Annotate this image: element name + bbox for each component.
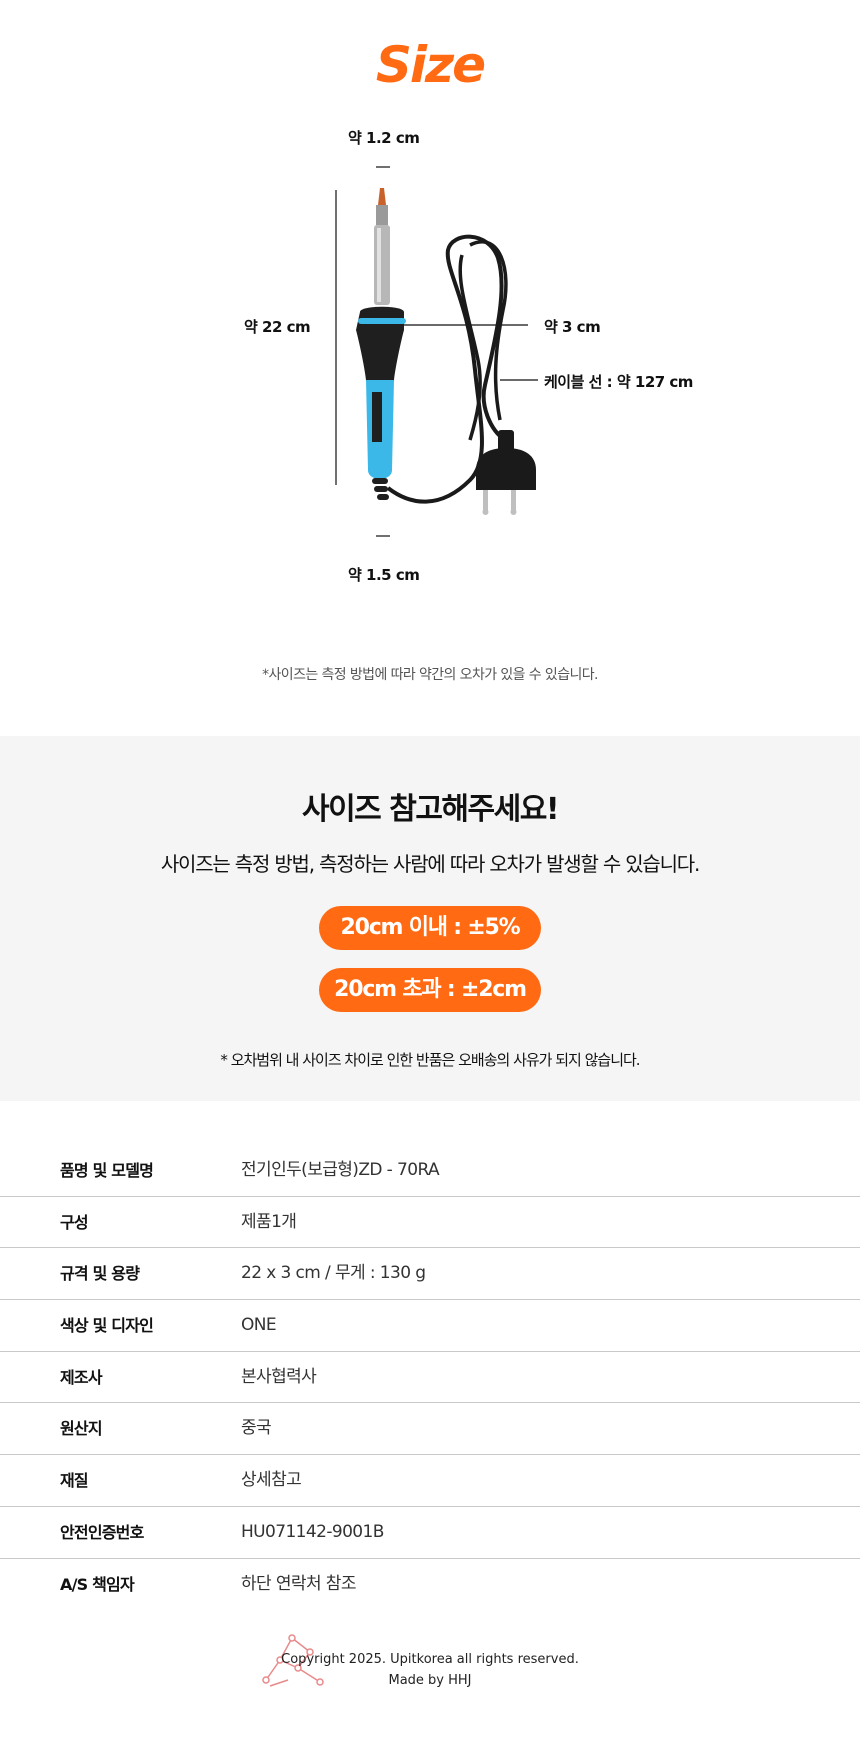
spec-row: 품명 및 모델명 전기인두(보급형)ZD - 70RA — [0, 1145, 860, 1197]
footer-copyright: Copyright 2025. Upitkorea all rights res… — [281, 1652, 579, 1667]
spec-value: 본사협력사 — [241, 1366, 317, 1387]
reference-description: 사이즈는 측정 방법, 측정하는 사람에 따라 오차가 발생할 수 있습니다. — [160, 852, 701, 876]
cable-length-label: 케이블 선 : 약 127 cm — [544, 373, 693, 391]
spec-label: 재질 — [60, 1471, 89, 1491]
spec-label: 제조사 — [60, 1367, 103, 1387]
spec-label: 구성 — [60, 1212, 89, 1232]
grip-width-label: 약 3 cm — [544, 318, 601, 336]
spec-row: 원산지 중국 — [0, 1403, 860, 1456]
spec-label: 품명 및 모델명 — [60, 1161, 154, 1180]
spec-value: 중국 — [241, 1418, 272, 1439]
spec-value: 전기인두(보급형)ZD - 70RA — [241, 1160, 440, 1180]
spec-row: 색상 및 디자인 ONE — [0, 1300, 860, 1352]
length-label: 약 22 cm — [244, 318, 311, 336]
spec-value: HU071142-9001B — [241, 1521, 384, 1542]
reference-note: * 오차범위 내 사이즈 차이로 인한 반품은 오배송의 사유가 되지 않습니다… — [220, 1051, 640, 1069]
spec-row: A/S 책임자 하단 연락처 참조 — [0, 1559, 860, 1611]
spec-value: 상세참고 — [241, 1470, 302, 1491]
spec-row: 규격 및 용량 22 x 3 cm / 무게 : 130 g — [0, 1248, 860, 1301]
size-diagram: 약 1.2 cm 약 22 cm 약 3 cm 케이블 선 : 약 127 cm… — [0, 0, 860, 640]
tolerance-under-badge: 20cm 이내 : ±5% — [319, 906, 541, 950]
spec-label: 색상 및 디자인 — [60, 1316, 154, 1336]
tip-width-label: 약 1.2 cm — [348, 129, 420, 147]
spec-row: 제조사 본사협력사 — [0, 1352, 860, 1404]
spec-table: 품명 및 모델명 전기인두(보급형)ZD - 70RA 구성 제품1개 규격 및… — [0, 1145, 860, 1610]
spec-label: 규격 및 용량 — [60, 1264, 140, 1284]
size-disclaimer: *사이즈는 측정 방법에 따라 약간의 오차가 있을 수 있습니다. — [262, 667, 598, 683]
spec-row: 재질 상세참고 — [0, 1455, 860, 1507]
tolerance-over-badge: 20cm 초과 : ±2cm — [319, 968, 541, 1012]
reference-title: 사이즈 참고해주세요! — [301, 792, 560, 827]
spec-label: 원산지 — [60, 1419, 103, 1439]
spec-row: 구성 제품1개 — [0, 1197, 860, 1249]
footer: Copyright 2025. Upitkorea all rights res… — [0, 1630, 860, 1710]
spec-value: 제품1개 — [241, 1211, 297, 1232]
spec-value: 하단 연락처 참조 — [241, 1573, 356, 1594]
spec-value: ONE — [241, 1315, 277, 1336]
base-width-label: 약 1.5 cm — [348, 566, 420, 584]
footer-made-by: Made by HHJ — [388, 1673, 472, 1688]
size-reference-section: 사이즈 참고해주세요! 사이즈는 측정 방법, 측정하는 사람에 따라 오차가 … — [0, 736, 860, 1101]
spec-row: 안전인증번호 HU071142-9001B — [0, 1507, 860, 1559]
spec-value: 22 x 3 cm / 무게 : 130 g — [241, 1263, 426, 1284]
soldering-iron-illustration — [335, 166, 538, 537]
spec-label: A/S 책임자 — [60, 1574, 135, 1594]
spec-label: 안전인증번호 — [60, 1522, 144, 1542]
